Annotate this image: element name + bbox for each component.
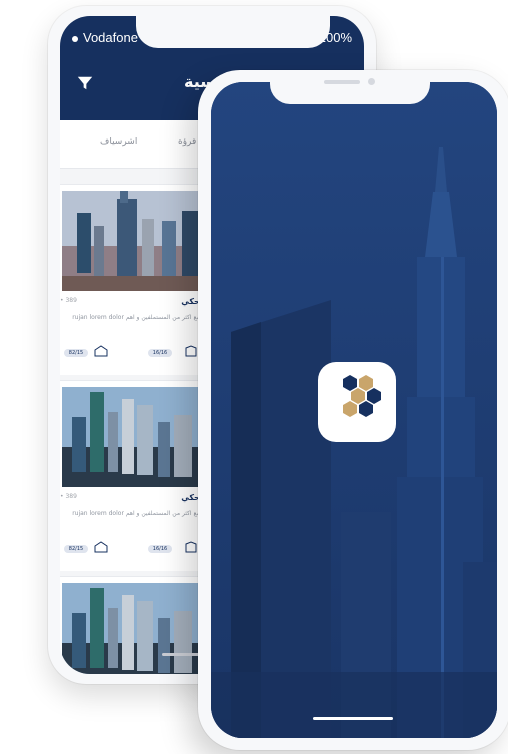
filter-icon[interactable] <box>76 74 94 92</box>
front-phone-frame <box>198 70 508 750</box>
card-meta: • 389 <box>60 493 77 500</box>
price-badge: 82/15 <box>64 545 88 553</box>
app-logo-tile <box>318 362 396 442</box>
speaker-grille <box>324 80 360 84</box>
splash-screen <box>211 82 497 738</box>
phone-notch <box>270 70 430 104</box>
tab-second[interactable]: قرؤة <box>178 137 196 147</box>
card-meta: • 389 <box>60 297 77 304</box>
hexagon-logo-icon <box>343 375 381 417</box>
tab-first[interactable]: اشرسياف <box>100 137 137 147</box>
area-icon <box>94 345 108 357</box>
area-icon <box>94 541 108 553</box>
signal-dot-icon <box>72 35 78 42</box>
front-camera <box>368 78 375 85</box>
phone-notch <box>136 16 330 48</box>
building-icon <box>185 541 197 553</box>
building-icon <box>185 345 197 357</box>
status-carrier: Vodafone <box>72 30 138 45</box>
size-badge: 16/16 <box>148 349 172 357</box>
price-badge: 82/15 <box>64 349 88 357</box>
home-indicator <box>313 717 393 720</box>
size-badge: 16/16 <box>148 545 172 553</box>
carrier-label: Vodafone <box>83 30 138 45</box>
